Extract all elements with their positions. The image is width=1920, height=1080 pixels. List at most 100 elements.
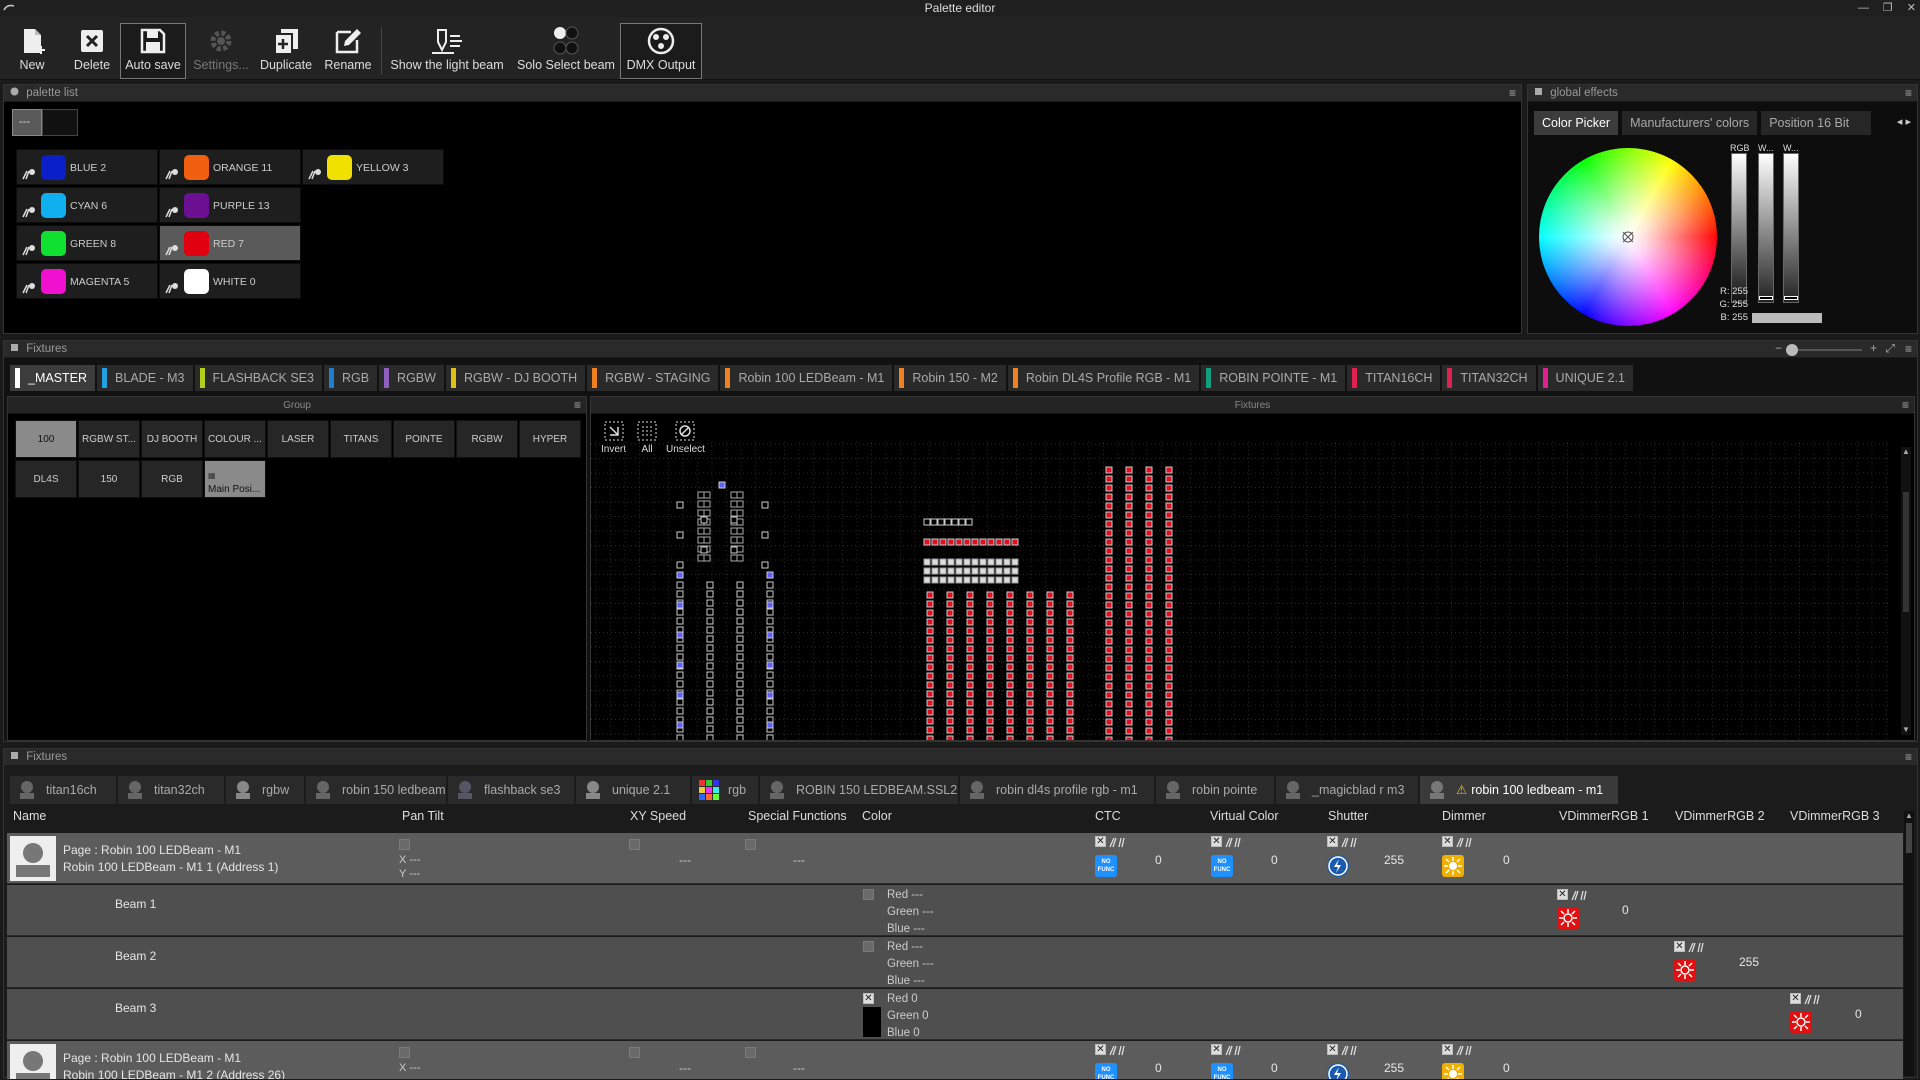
fixture-cell[interactable] (1003, 558, 1011, 566)
fixture-cell[interactable] (1145, 628, 1153, 636)
fixture-cell[interactable] (926, 645, 934, 653)
fixture-cell[interactable] (736, 590, 744, 598)
minimize-icon[interactable]: — (1858, 0, 1869, 17)
fixture-cell[interactable] (939, 576, 947, 584)
fixture-cell[interactable] (1026, 708, 1034, 716)
tab-manufacturers-colors[interactable]: Manufacturers' colors (1622, 111, 1758, 135)
fixture-cell[interactable] (706, 662, 714, 670)
fixture-cell[interactable] (1165, 700, 1173, 708)
fixture-cell[interactable] (1046, 717, 1054, 725)
fixture-cell[interactable] (926, 636, 934, 644)
fixture-cell[interactable] (1165, 592, 1173, 600)
clear-value-checkbox[interactable]: ✕ (1327, 836, 1338, 847)
fixture-sheet-tab[interactable]: robin pointe (1156, 776, 1274, 804)
fixture-cell[interactable] (1066, 708, 1074, 716)
fixture-cell[interactable] (1145, 610, 1153, 618)
fixture-cell[interactable] (1026, 735, 1034, 740)
column-header[interactable]: VDimmerRGB 1 (1559, 809, 1649, 823)
fixture-cell[interactable] (986, 717, 994, 725)
fixture-cell[interactable] (1011, 558, 1019, 566)
fixture-cell[interactable] (1125, 538, 1133, 546)
fixture-cell[interactable] (1125, 583, 1133, 591)
fixture-cell[interactable] (736, 509, 744, 517)
fixture-cell[interactable] (766, 590, 774, 598)
group-button[interactable]: DL4S (15, 460, 77, 498)
fixture-cell[interactable] (761, 531, 769, 539)
fixture-sheet-tab[interactable]: titan32ch (118, 776, 224, 804)
clear-value-checkbox[interactable]: ✕ (1095, 1044, 1106, 1055)
fixture-cell[interactable] (1125, 601, 1133, 609)
fixture-cell[interactable] (706, 680, 714, 688)
fixture-cell[interactable] (706, 608, 714, 616)
fixture-cell[interactable] (676, 581, 684, 589)
fixture-cell[interactable] (736, 680, 744, 688)
fixture-type-tab[interactable]: _MASTER (10, 365, 96, 391)
fixture-cell[interactable] (1165, 565, 1173, 573)
fixture-cell[interactable] (697, 554, 705, 562)
fixture-cell[interactable] (1165, 610, 1173, 618)
fixture-type-tab[interactable]: Robin 150 - M2 (894, 365, 1006, 391)
fixture-cell[interactable] (676, 631, 684, 639)
fixture-cell[interactable] (761, 561, 769, 569)
fixture-cell[interactable] (1066, 591, 1074, 599)
fixture-cell[interactable] (730, 516, 738, 524)
fixture-cell[interactable] (966, 726, 974, 734)
sheet-scrollbar[interactable]: ▲ (1904, 811, 1914, 1076)
fixture-cell[interactable] (1165, 574, 1173, 582)
fixture-cell[interactable] (1145, 646, 1153, 654)
fixture-cell[interactable] (966, 717, 974, 725)
fixture-cell[interactable] (736, 635, 744, 643)
fixture-cell[interactable] (1125, 565, 1133, 573)
fixture-cell[interactable] (706, 617, 714, 625)
fixture-cell[interactable] (987, 567, 995, 575)
fixture-cell[interactable] (926, 600, 934, 608)
column-header[interactable]: Dimmer (1442, 809, 1486, 823)
fixture-type-tab[interactable]: TITAN32CH (1442, 365, 1536, 391)
fixture-cell[interactable] (1046, 654, 1054, 662)
menu-icon[interactable]: ≡ (1905, 749, 1912, 766)
fixture-type-tab[interactable]: Robin 100 LEDBeam - M1 (720, 365, 893, 391)
fixture-cell[interactable] (1165, 547, 1173, 555)
fixture-cell[interactable] (1165, 556, 1173, 564)
fixture-cell[interactable] (946, 654, 954, 662)
fixture-cell[interactable] (766, 680, 774, 688)
fixture-cell[interactable] (1165, 655, 1173, 663)
white-slider-2[interactable] (1783, 153, 1799, 303)
fixture-row[interactable]: Page : Robin 100 LEDBeam - M1 Robin 100 L… (7, 833, 1903, 884)
fixture-cell[interactable] (766, 661, 774, 669)
fixture-cell[interactable] (736, 554, 744, 562)
fixture-cell[interactable] (1165, 583, 1173, 591)
fixture-cell[interactable] (986, 600, 994, 608)
fixture-cell[interactable] (987, 538, 995, 546)
fixture-cell[interactable] (1165, 718, 1173, 726)
fixture-cell[interactable] (1066, 735, 1074, 740)
fixture-cell[interactable] (1145, 520, 1153, 528)
palette-item[interactable]: WHITE 0 (159, 263, 301, 299)
fixture-cell[interactable] (963, 567, 971, 575)
fixture-type-tab[interactable]: ROBIN POINTE - M1 (1201, 365, 1346, 391)
fixture-cell[interactable] (1145, 718, 1153, 726)
beam-row[interactable]: Beam 1 Red --- Green --- Blue --- ✕ 0 (7, 885, 1903, 936)
fixture-cell[interactable] (1046, 609, 1054, 617)
column-header[interactable]: Special Functions (748, 809, 847, 823)
fixture-cell[interactable] (1105, 700, 1113, 708)
group-button[interactable]: COLOUR ... (204, 420, 266, 458)
fixture-cell[interactable] (736, 599, 744, 607)
fixture-sheet-tab[interactable]: rgbw (226, 776, 304, 804)
fixture-cell[interactable] (1003, 567, 1011, 575)
special-functions-checkbox[interactable] (745, 1047, 756, 1058)
settings-button[interactable]: Settings... (190, 24, 252, 78)
fixture-cell[interactable] (1105, 538, 1113, 546)
fixture-cell[interactable] (1145, 484, 1153, 492)
fixture-cell[interactable] (966, 672, 974, 680)
fixture-cell[interactable] (926, 708, 934, 716)
fixture-cell[interactable] (931, 558, 939, 566)
fixture-cell[interactable] (718, 481, 726, 489)
fixture-cell[interactable] (1105, 502, 1113, 510)
fixture-cell[interactable] (1125, 592, 1133, 600)
fixture-cell[interactable] (766, 601, 774, 609)
fixture-cell[interactable] (986, 672, 994, 680)
tab-position-16-bit[interactable]: Position 16 Bit (1761, 111, 1872, 135)
fixture-cell[interactable] (766, 644, 774, 652)
fixture-cell[interactable] (736, 581, 744, 589)
